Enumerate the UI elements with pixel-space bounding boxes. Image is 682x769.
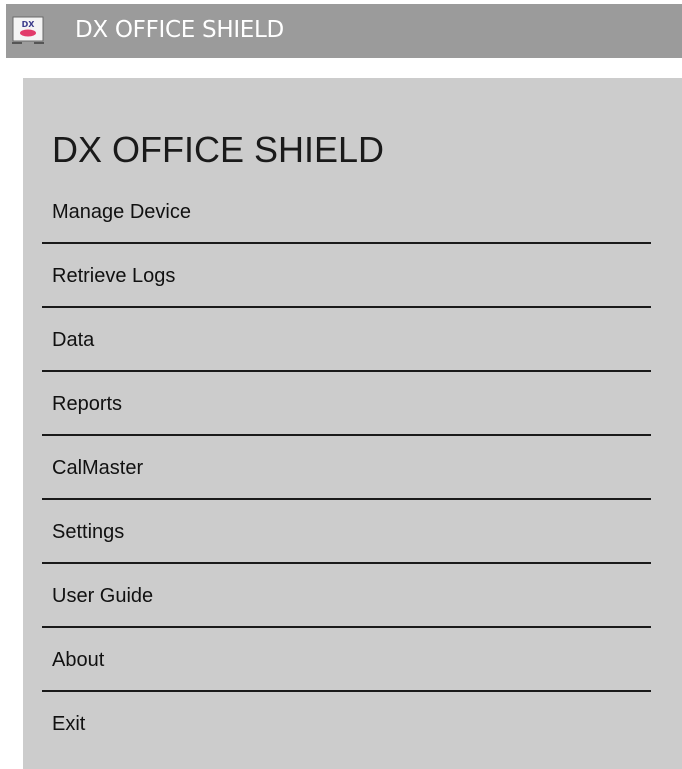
menu-item-label: CalMaster (52, 457, 144, 479)
menu-item-calmaster[interactable]: CalMaster (42, 436, 651, 500)
menu-item-retrieve-logs[interactable]: Retrieve Logs (42, 244, 651, 308)
menu-item-reports[interactable]: Reports (42, 372, 651, 436)
menu-item-user-guide[interactable]: User Guide (42, 564, 651, 628)
menu-item-manage-device[interactable]: Manage Device (42, 180, 651, 244)
menu-item-data[interactable]: Data (42, 308, 651, 372)
app-icon-text: DX (22, 20, 36, 29)
window-title: DX OFFICE SHIELD (75, 17, 284, 43)
menu-item-label: Manage Device (52, 201, 191, 223)
main-menu: Manage Device Retrieve Logs Data Reports… (42, 180, 651, 756)
title-bar: DX DX OFFICE SHIELD (6, 4, 682, 58)
main-menu-panel: DX OFFICE SHIELD Manage Device Retrieve … (23, 78, 682, 769)
menu-item-label: Data (52, 329, 95, 351)
menu-item-label: Reports (52, 393, 123, 415)
menu-item-label: Retrieve Logs (52, 265, 176, 287)
menu-item-label: Settings (52, 521, 125, 543)
page-title: DX OFFICE SHIELD (52, 129, 385, 170)
menu-item-label: About (52, 649, 105, 671)
menu-item-settings[interactable]: Settings (42, 500, 651, 564)
menu-item-label: User Guide (52, 585, 154, 607)
menu-item-exit[interactable]: Exit (42, 692, 651, 756)
dx-app-icon[interactable]: DX (12, 14, 44, 46)
menu-item-about[interactable]: About (42, 628, 651, 692)
menu-item-label: Exit (52, 713, 86, 735)
